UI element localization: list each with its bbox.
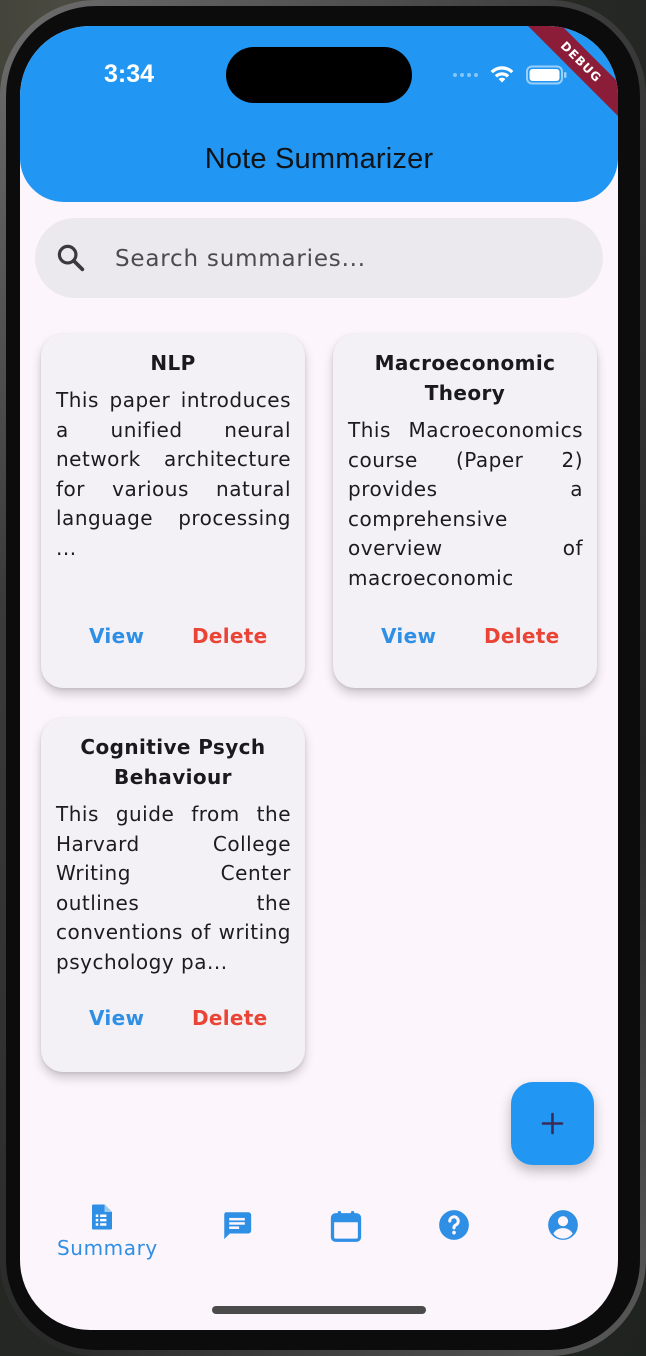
nav-label-summary: Summary [57, 1236, 158, 1260]
status-icons [453, 64, 568, 85]
nav-item-chat[interactable] [192, 1208, 282, 1242]
delete-button[interactable]: Delete [192, 624, 268, 648]
search-input[interactable] [113, 218, 577, 300]
dynamic-island [226, 47, 412, 103]
card-summary-text: This paper introduces a unified neural n… [56, 388, 291, 560]
summary-card[interactable]: Cognitive Psych Behaviour This guide fro… [41, 718, 305, 1072]
card-title: Cognitive Psych Behaviour [80, 735, 266, 789]
profile-icon [518, 1208, 608, 1242]
view-button[interactable]: View [89, 624, 144, 648]
search-icon [55, 242, 87, 278]
card-title: Macroeconomic Theory [374, 351, 556, 405]
card-summary-text: This guide from the Harvard College Writ… [56, 802, 291, 974]
summary-card[interactable]: Macroeconomic Theory This Macroeconomics… [333, 334, 597, 688]
summary-card[interactable]: NLP This paper introduces a unified neur… [41, 334, 305, 688]
summary-document-icon [57, 1202, 147, 1232]
home-indicator [212, 1306, 426, 1314]
wifi-icon [488, 64, 516, 85]
battery-icon [526, 65, 568, 85]
help-icon [409, 1208, 499, 1242]
delete-button[interactable]: Delete [192, 1006, 268, 1030]
card-actions: View Delete [41, 624, 305, 650]
nav-item-profile[interactable] [518, 1208, 608, 1242]
chat-icon [192, 1208, 282, 1242]
app-bar: 3:34 DEBUG Note Summarizer [20, 26, 618, 202]
card-actions: View Delete [333, 624, 597, 650]
nav-item-calendar[interactable] [301, 1208, 391, 1244]
view-button[interactable]: View [89, 1006, 144, 1030]
app-screen: 3:34 DEBUG Note Summarizer Search summar… [20, 26, 618, 1330]
plus-icon [540, 1111, 565, 1140]
bottom-navigation: Summary [20, 1194, 618, 1294]
delete-button[interactable]: Delete [484, 624, 560, 648]
search-bar[interactable] [35, 218, 603, 300]
view-button[interactable]: View [381, 624, 436, 648]
page-title: Note Summarizer [204, 143, 434, 175]
card-summary-text: This Macroeconomics course (Paper 2) pro… [348, 418, 583, 590]
card-title: NLP [150, 351, 196, 375]
cellular-signal-icon [453, 72, 478, 77]
nav-item-help[interactable] [409, 1208, 499, 1242]
card-actions: View Delete [41, 1006, 305, 1032]
status-time: 3:34 [104, 60, 155, 88]
nav-item-summary[interactable]: Summary [57, 1202, 158, 1260]
calendar-icon [301, 1208, 391, 1244]
add-summary-button[interactable] [511, 1082, 594, 1165]
